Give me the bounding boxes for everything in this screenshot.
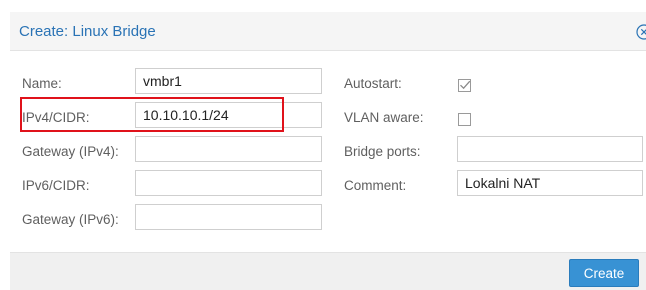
dialog-footer — [10, 252, 646, 290]
bridge-ports-input[interactable] — [457, 136, 643, 162]
comment-input[interactable] — [457, 170, 643, 196]
gateway-ipv4-input[interactable] — [135, 136, 322, 162]
checkmark-icon — [460, 80, 471, 90]
autostart-checkbox[interactable] — [458, 79, 471, 92]
create-button[interactable]: Create — [569, 259, 639, 287]
gateway-ipv6-label: Gateway (IPv6): — [22, 212, 119, 227]
ipv4-cidr-label: IPv4/CIDR: — [22, 110, 90, 125]
ipv4-cidr-input[interactable] — [135, 102, 322, 128]
close-icon[interactable] — [636, 24, 646, 40]
ipv6-cidr-input[interactable] — [135, 170, 322, 196]
vlan-aware-label: VLAN aware: — [344, 110, 424, 125]
name-input[interactable] — [135, 68, 322, 94]
autostart-label: Autostart: — [344, 76, 402, 91]
gateway-ipv6-input[interactable] — [135, 204, 322, 230]
gateway-ipv4-label: Gateway (IPv4): — [22, 144, 119, 159]
create-linux-bridge-dialog: Create: Linux Bridge Name: IPv4/CIDR: Ga… — [0, 0, 646, 290]
dialog-titlebar: Create: Linux Bridge — [10, 12, 646, 51]
bridge-ports-label: Bridge ports: — [344, 144, 421, 159]
dialog-title: Create: Linux Bridge — [19, 23, 156, 40]
name-label: Name: — [22, 76, 62, 91]
vlan-aware-checkbox[interactable] — [458, 113, 471, 126]
ipv6-cidr-label: IPv6/CIDR: — [22, 178, 90, 193]
comment-label: Comment: — [344, 178, 407, 193]
